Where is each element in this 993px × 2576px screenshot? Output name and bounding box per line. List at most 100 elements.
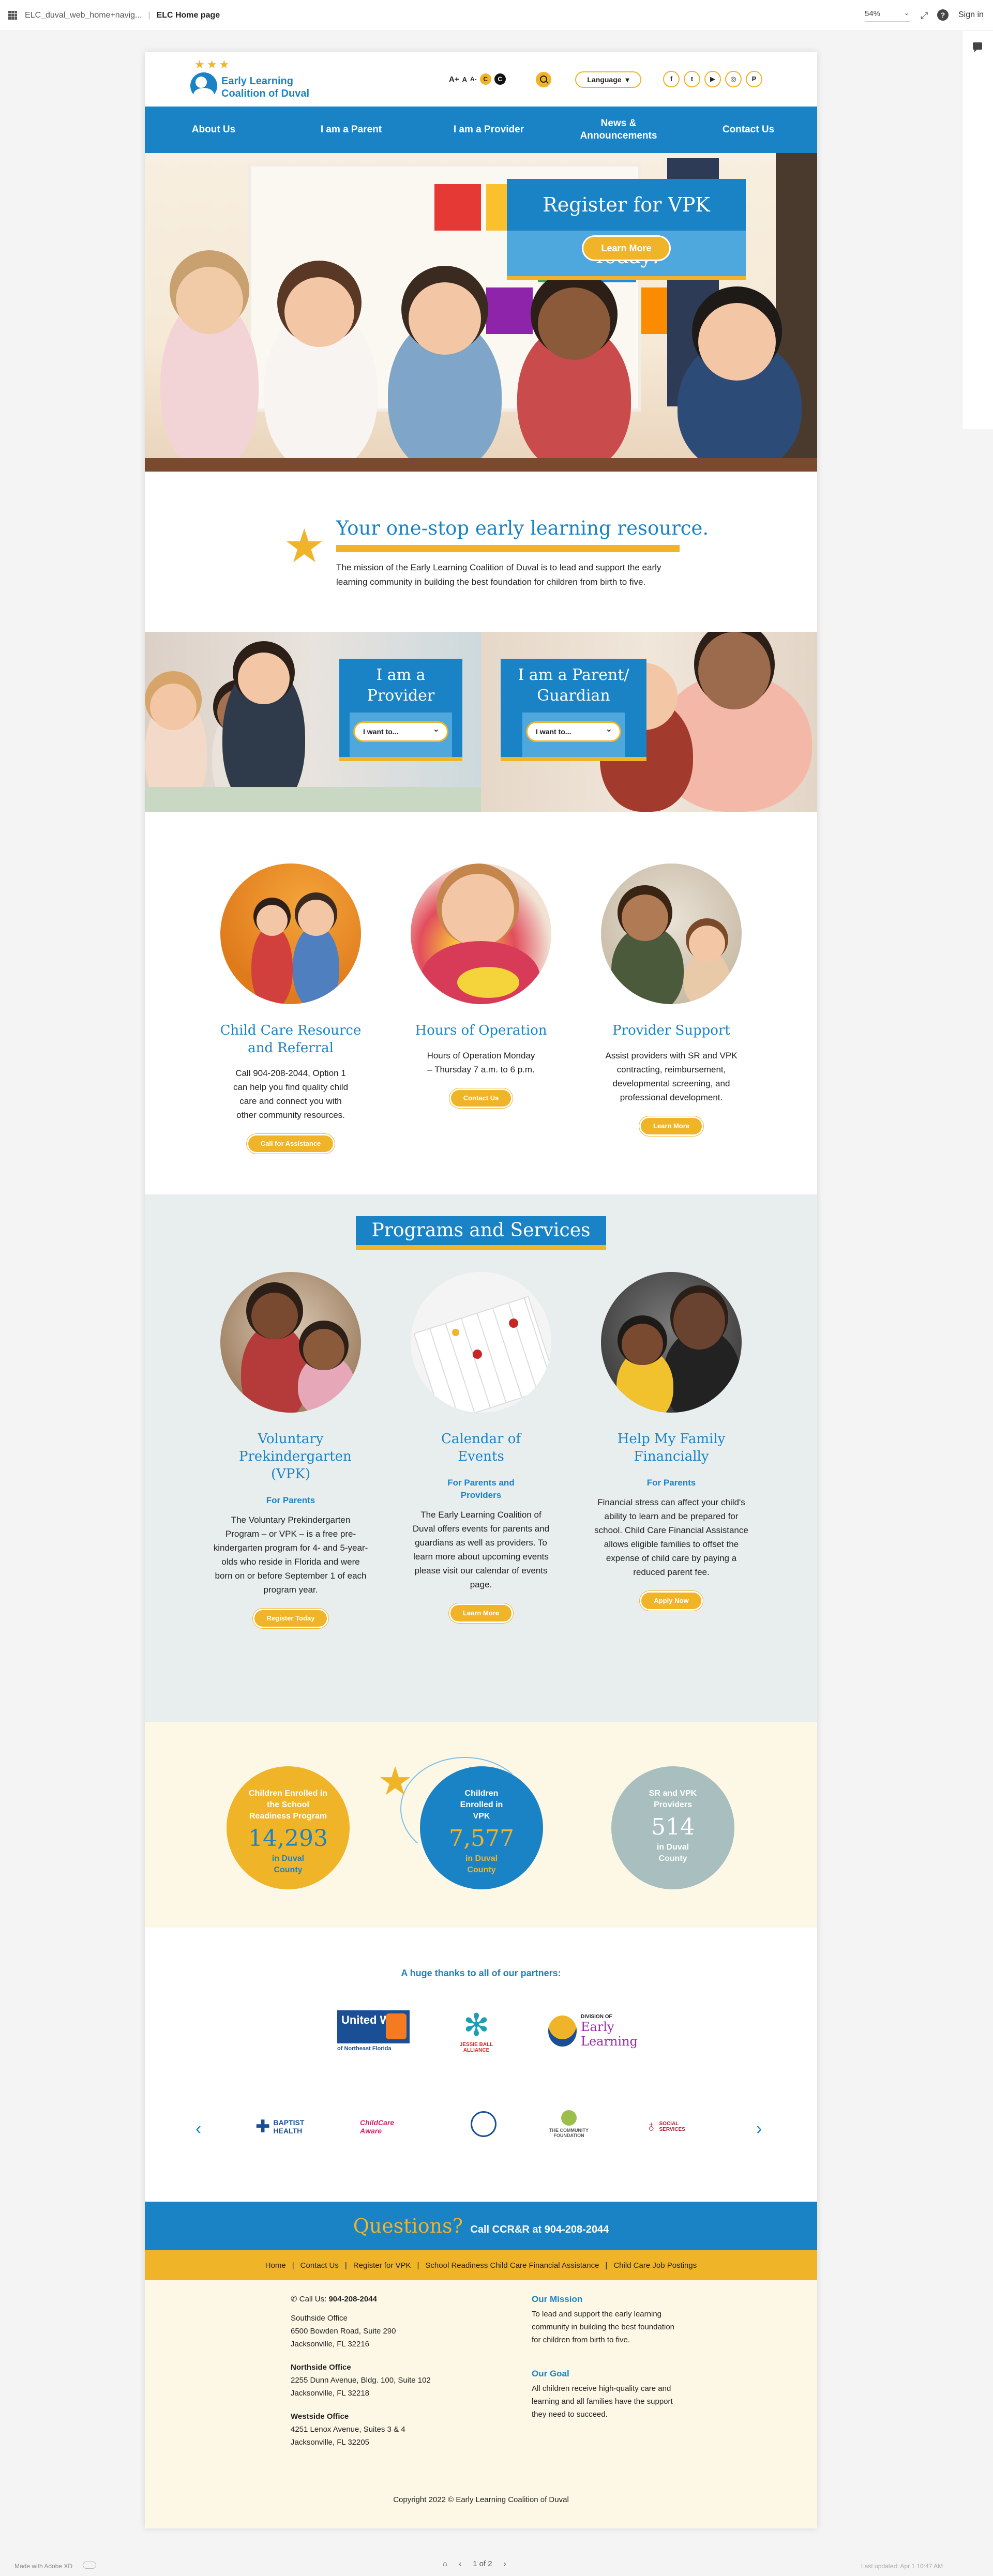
office: Southside Office 6500 Bowden Road, Suite… — [291, 2312, 498, 2351]
text-size-normal[interactable]: A — [462, 75, 467, 83]
nav-parent[interactable]: I am a Parent — [305, 124, 398, 136]
mission-heading: Your one-stop early learning resource. — [336, 517, 709, 539]
division-label: DIVISION OF — [581, 2013, 612, 2020]
programs-section: Programs and Services Voluntary Prekinde… — [145, 1194, 817, 1722]
site-logo[interactable]: ★★★ Early Learning Coalition of Duval — [190, 58, 331, 99]
division-name: Early Learning — [581, 2019, 638, 2049]
twitter-icon[interactable]: t — [684, 71, 700, 87]
partners-section: A huge thanks to all of our partners: Un… — [145, 1928, 817, 2202]
program-title: Voluntary Prekindergarten (VPK) — [239, 1431, 352, 1482]
nav-contact-us[interactable]: Contact Us — [702, 124, 795, 136]
fullscreen-icon[interactable]: ⤢ — [921, 10, 928, 21]
call-for-assistance-button[interactable]: Call for Assistance — [248, 1135, 334, 1152]
search-button[interactable] — [536, 72, 551, 87]
questions-bar: Questions? Call CCR&R at 904-208-2044 — [145, 2202, 817, 2250]
office: Westside Office 4251 Lenox Avenue, Suite… — [291, 2410, 498, 2449]
program-photo — [411, 1272, 551, 1413]
childcare-aware-logo[interactable]: ChildCare Aware — [360, 2114, 407, 2140]
stat-label: Children Enrolled in VPK — [460, 1789, 503, 1821]
file-name[interactable]: ELC_duval_web_home+navig... — [25, 11, 142, 20]
language-dropdown[interactable]: Language ▾ — [575, 71, 641, 88]
nav-about-us[interactable]: About Us — [167, 124, 260, 136]
goal-text: All children receive high-quality care a… — [532, 2384, 673, 2419]
provider-learn-more-button[interactable]: Learn More — [640, 1118, 702, 1134]
program-title: Help My Family Financially — [617, 1431, 726, 1464]
provider-select[interactable]: I want to... — [355, 721, 447, 740]
calendar-learn-more-button[interactable]: Learn More — [450, 1605, 512, 1622]
footer-link-vpk[interactable]: Register for VPK — [353, 2261, 411, 2270]
heading-underline — [336, 545, 680, 552]
call-number[interactable]: 904-208-2044 — [328, 2295, 377, 2304]
nav-provider[interactable]: I am a Provider — [442, 124, 535, 136]
division-early-learning-logo[interactable]: DIVISION OF Early Learning — [548, 2010, 667, 2052]
program-text: The Early Learning Coalition of Duval of… — [412, 1510, 550, 1589]
app-grid-icon[interactable] — [8, 10, 18, 20]
zoom-value: 54% — [865, 9, 881, 18]
contrast-light-button[interactable]: C — [479, 73, 491, 85]
youtube-icon[interactable]: ▶ — [704, 71, 721, 87]
stat-circle: Children Enrolled in VPK 7,577 in Duval … — [420, 1766, 543, 1889]
nav-news[interactable]: News & Announcements — [580, 117, 657, 142]
social-services-mark: ♁ — [645, 2118, 657, 2135]
footer-link-contact[interactable]: Contact Us — [300, 2261, 339, 2270]
contrast-dark-button[interactable]: C — [494, 73, 506, 85]
call-label: Call Us: — [299, 2295, 327, 2304]
stat-label: Children Enrolled in the School Readines… — [248, 1789, 327, 1821]
logo-text-line1: Early Learning — [221, 75, 293, 87]
united-way-hand-icon — [386, 2013, 407, 2039]
office-line1: 6500 Bowden Road, Suite 290 — [291, 2327, 396, 2336]
pager: ⌂ ‹ 1 of 2 › — [443, 2559, 506, 2568]
seal-logo[interactable] — [471, 2111, 496, 2137]
instagram-icon[interactable]: ◎ — [725, 71, 742, 87]
facebook-icon[interactable]: f — [663, 71, 680, 87]
social-services-name: SOCIAL SERVICES — [659, 2121, 685, 2132]
toggle-switch[interactable] — [83, 2562, 96, 2569]
contact-us-button[interactable]: Contact Us — [450, 1090, 511, 1107]
help-icon[interactable]: ? — [937, 9, 949, 21]
footer-link-home[interactable]: Home — [265, 2261, 286, 2270]
footer-links: Home | Contact Us | Register for VPK | Scho… — [145, 2250, 817, 2280]
office-name: Northside Office — [291, 2363, 351, 2372]
office-name: Westside Office — [291, 2412, 349, 2421]
footer-link-school-readiness[interactable]: School Readiness Child Care Financial As… — [425, 2261, 599, 2270]
baptist-health-logo[interactable]: ✚ BAPTIST HEALTH — [255, 2111, 312, 2142]
text-size-decrease[interactable]: A- — [470, 75, 477, 83]
parent-select[interactable]: I want to... — [528, 721, 620, 740]
programs-heading: Programs and Services — [356, 1216, 606, 1250]
sign-in-link[interactable]: Sign in — [958, 10, 984, 20]
service-photo — [411, 863, 551, 1004]
program-text: The Voluntary Prekindergarten Program – … — [213, 1515, 368, 1595]
hero-learn-more-button[interactable]: Learn More — [583, 237, 669, 260]
questions-phone[interactable]: Call CCR&R at 904-208-2044 — [470, 2224, 609, 2235]
office-line2: Jacksonville, FL 32218 — [291, 2389, 370, 2398]
register-today-button[interactable]: Register Today — [254, 1610, 327, 1627]
mission-section: ★ Your one-stop early learning resource.… — [145, 472, 817, 632]
service-text: Assist providers with SR and VPK contrac… — [605, 1051, 738, 1102]
zoom-select[interactable]: 54% ⌄ — [865, 9, 910, 22]
logo-mark-icon — [190, 72, 217, 99]
united-way-logo[interactable]: United Way of Northeast Florida — [337, 2005, 415, 2057]
parent-select-wrap: I want to... — [522, 713, 625, 757]
logo-text-line2: Coalition of Duval — [221, 88, 309, 99]
footer-link-jobs[interactable]: Child Care Job Postings — [613, 2261, 697, 2270]
language-label: Language — [587, 75, 622, 84]
star-icon: ★ — [283, 521, 325, 572]
site-footer: ✆ Call Us: 904-208-2044 Southside Office… — [145, 2280, 817, 2528]
text-size-increase[interactable]: A+ — [449, 75, 459, 84]
next-page-icon[interactable]: › — [504, 2559, 506, 2568]
community-foundation-logo[interactable]: THE COMMUNITY FOUNDATION — [543, 2106, 595, 2142]
stat-circle: Children Enrolled in the School Readines… — [227, 1766, 350, 1889]
logo-stars-icon: ★★★ — [194, 58, 232, 71]
prev-page-icon[interactable]: ‹ — [459, 2559, 461, 2568]
pinterest-icon[interactable]: P — [746, 71, 762, 87]
carousel-prev-icon[interactable]: ‹ — [195, 2119, 201, 2139]
chevron-down-icon: ▾ — [625, 75, 629, 84]
home-icon[interactable]: ⌂ — [443, 2559, 447, 2568]
service-text: Call 904-208-2044, Option 1 can help you… — [233, 1068, 349, 1120]
comment-icon[interactable] — [973, 42, 982, 52]
audience-section: I am a Provider I want to... I am a Pare… — [145, 632, 817, 812]
carousel-next-icon[interactable]: › — [756, 2119, 762, 2139]
apply-now-button[interactable]: Apply Now — [641, 1593, 701, 1609]
alliance-logo[interactable]: ✻ JESSIE BALL ALLIANCE — [448, 2000, 505, 2062]
social-services-logo[interactable]: ♁ SOCIAL SERVICES — [645, 2111, 702, 2142]
